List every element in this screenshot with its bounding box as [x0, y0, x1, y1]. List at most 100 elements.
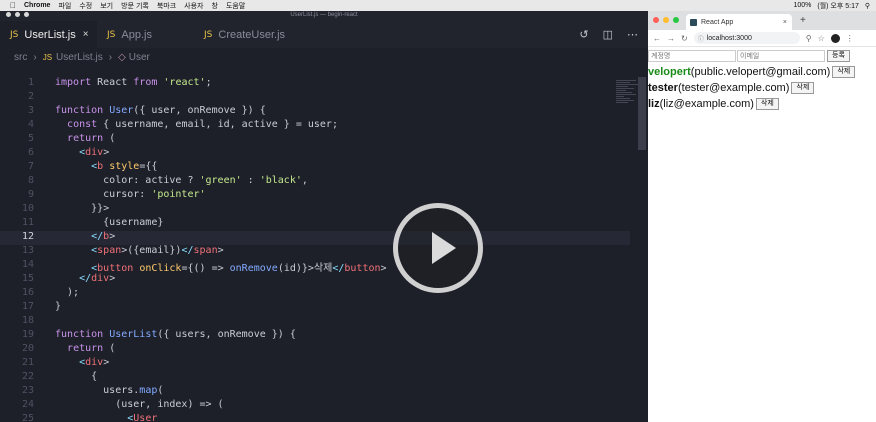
username[interactable]: velopert: [648, 66, 691, 78]
breadcrumb-file[interactable]: UserList.js: [56, 52, 103, 63]
code-line[interactable]: 9 cursor: 'pointer': [0, 189, 630, 203]
close-tab-icon[interactable]: ×: [83, 29, 89, 40]
code-line[interactable]: 6 <div>: [0, 147, 630, 161]
code-line[interactable]: 22 {: [0, 371, 630, 385]
menubar-status: 100% (월) 오후 5:17 ⚲: [793, 0, 870, 11]
maximize-window-button[interactable]: [673, 17, 679, 23]
line-number: 20: [21, 343, 34, 354]
info-icon[interactable]: ⓘ: [698, 34, 704, 43]
code-text: );: [55, 287, 80, 298]
close-window-button[interactable]: [653, 17, 659, 23]
code-text: users.map(: [55, 385, 164, 396]
code-line[interactable]: 19 function UserList({ users, onRemove })…: [0, 329, 630, 343]
menu-item-help[interactable]: 도움말: [226, 1, 245, 11]
screen:  Chrome 파일 수정 보기 방문 기록 북마크 사용자 창 도움말 10…: [0, 0, 876, 422]
code-line[interactable]: 2: [0, 91, 630, 105]
more-actions-icon[interactable]: ⋯: [627, 28, 638, 41]
code-line[interactable]: 23 users.map(: [0, 385, 630, 399]
menu-item-window[interactable]: 창: [212, 1, 218, 11]
remove-button[interactable]: 삭제: [832, 65, 856, 78]
close-tab-icon[interactable]: ×: [783, 19, 787, 26]
code-line[interactable]: 8 color: active ? 'green' : 'black',: [0, 175, 630, 189]
split-editor-icon[interactable]: ◫: [603, 28, 613, 41]
code-line[interactable]: 1 import React from 'react';: [0, 77, 630, 91]
new-tab-button[interactable]: +: [800, 15, 806, 26]
code-line[interactable]: 5 return (: [0, 133, 630, 147]
code-line[interactable]: 7 <b style={{: [0, 161, 630, 175]
code-text: <div>: [79, 357, 110, 368]
tab-app[interactable]: JS App.js: [97, 21, 194, 48]
menu-item-edit[interactable]: 수정: [79, 1, 92, 11]
line-number: 10: [21, 203, 34, 214]
breadcrumb-folder[interactable]: src: [14, 52, 27, 63]
line-number: 5: [27, 133, 34, 144]
line-number: 11: [21, 217, 34, 228]
reload-icon[interactable]: ↻: [681, 34, 688, 43]
breadcrumb-symbol[interactable]: User: [129, 52, 150, 63]
line-number: 21: [21, 357, 34, 368]
browser-window-controls: [653, 17, 679, 23]
minimap[interactable]: [616, 79, 640, 119]
code-line[interactable]: 16 );: [0, 287, 630, 301]
code-line[interactable]: 3 function User({ user, onRemove }) {: [0, 105, 630, 119]
code-line[interactable]: 4 const { username, email, id, active } …: [0, 119, 630, 133]
line-number: 7: [27, 161, 34, 172]
browser-tab-react-app[interactable]: React App ×: [686, 14, 792, 30]
apple-icon[interactable]: : [10, 1, 16, 10]
menu-item-history[interactable]: 방문 기록: [121, 1, 149, 11]
code-text: {: [55, 371, 98, 382]
tab-label: UserList.js: [24, 28, 76, 41]
menu-item-view[interactable]: 보기: [100, 1, 113, 11]
menu-dots-icon[interactable]: ⋮: [846, 34, 854, 43]
remove-button[interactable]: 삭제: [755, 97, 779, 110]
menu-item-file[interactable]: 파일: [58, 1, 71, 11]
email-input[interactable]: [737, 50, 825, 62]
code-line[interactable]: 20 return (: [0, 343, 630, 357]
code-line[interactable]: 10 }}>: [0, 203, 630, 217]
code-line[interactable]: 12 </b>: [0, 231, 630, 245]
menu-item-bookmarks[interactable]: 북마크: [157, 1, 176, 11]
code-text: </div>: [79, 273, 116, 284]
address-bar[interactable]: ⓘ localhost:3000: [693, 32, 800, 44]
clock[interactable]: (월) 오후 5:17: [817, 1, 859, 11]
code-line[interactable]: 17}: [0, 301, 630, 315]
line-number: 2: [27, 91, 34, 102]
code-line[interactable]: 13 <span>({email})</span>: [0, 245, 630, 259]
code-area[interactable]: 1 import React from 'react'; 2 3 function Us…: [0, 77, 630, 422]
code-line[interactable]: 25 <User: [0, 413, 630, 422]
editor-tab-actions: ↺ ◫ ⋯: [579, 28, 638, 41]
search-icon[interactable]: ⚲: [865, 2, 870, 10]
editor-tab-bar: JS UserList.js × JS App.js JS CreateUser…: [0, 21, 648, 48]
code-line[interactable]: 11 {username}: [0, 217, 630, 231]
username-input[interactable]: [648, 50, 736, 62]
code-line[interactable]: 18: [0, 315, 630, 329]
code-text: return (: [67, 133, 116, 144]
menu-app-name[interactable]: Chrome: [24, 2, 50, 9]
code-line[interactable]: 21 <div>: [0, 357, 630, 371]
zoom-icon[interactable]: ⚲: [806, 34, 812, 43]
menu-item-people[interactable]: 사용자: [184, 1, 203, 11]
open-changes-icon[interactable]: ↺: [579, 28, 588, 41]
remove-button[interactable]: 삭제: [791, 81, 815, 94]
tab-userlist[interactable]: JS UserList.js ×: [0, 21, 97, 48]
forward-arrow-icon[interactable]: →: [667, 34, 675, 43]
back-arrow-icon[interactable]: ←: [653, 34, 661, 43]
minimize-window-button[interactable]: [663, 17, 669, 23]
code-text: }}>: [55, 203, 110, 214]
editor-scrollbar[interactable]: [638, 77, 646, 150]
code-text: color: active ? 'green' : 'black',: [55, 175, 308, 186]
js-file-icon: JS: [107, 29, 116, 40]
submit-button[interactable]: 등록: [827, 50, 850, 62]
bookmark-star-icon[interactable]: ☆: [818, 34, 825, 43]
username[interactable]: liz: [648, 98, 660, 110]
line-number: 22: [21, 371, 34, 382]
code-line[interactable]: 14 <button onClick={() => onRemove(id)}>…: [0, 259, 630, 274]
code-line[interactable]: 24 (user, index) => (: [0, 399, 630, 413]
username[interactable]: tester: [648, 82, 678, 94]
line-number: 25: [21, 413, 34, 422]
code-line[interactable]: 15 </div>: [0, 273, 630, 287]
avatar[interactable]: [830, 33, 840, 43]
tab-createuser[interactable]: JS CreateUser.js: [194, 21, 314, 48]
symbol-icon: ◇: [118, 52, 126, 63]
video-play-button[interactable]: [393, 203, 483, 293]
